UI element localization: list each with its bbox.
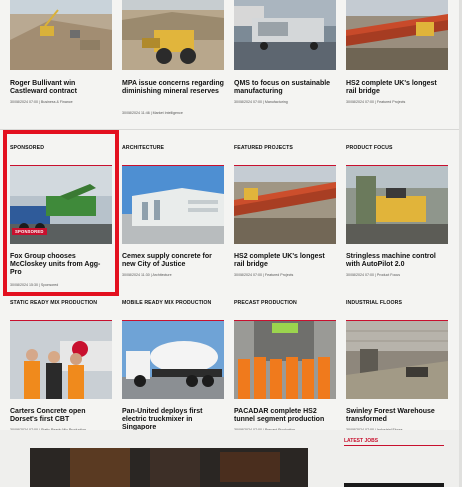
article-title[interactable]: Fox Group chooses McCloskey units from A… [10,253,112,278]
article-title[interactable]: Pan-United deploys first electric truckm… [122,408,224,433]
section-label: STATIC READY MIX PRODUCTION [10,300,98,306]
section-label: PRODUCT FOCUS [346,145,393,151]
article-meta: 30/08/2024 07:00 | Featured Projects [346,100,406,104]
article-image[interactable] [346,0,448,70]
page: Roger Bullivant win Castleward contract … [0,0,462,487]
workers-truck-image [10,321,112,399]
article-date: 30/08/2024 11:30 [122,273,150,277]
article-title[interactable]: MPA issue concerns regarding diminishing… [122,80,224,96]
article-category[interactable]: Manufacturing [265,100,288,104]
article-image[interactable] [10,321,112,399]
article-meta: 30/08/2024 07:00 | Manufacturing [234,100,288,104]
paver-machine-image [346,166,448,244]
article-date: 30/08/2024 07:00 [234,273,262,277]
article-image[interactable] [346,166,448,244]
article-meta: 30/08/2024 15:30 | Sponsored [10,283,59,287]
trailer-machine-image [234,0,336,70]
article-date: 30/08/2024 15:30 [10,283,38,287]
section-label: FEATURED PROJECTS [234,145,293,151]
latest-jobs-rule [344,445,444,446]
article-title[interactable]: Stringless machine control with AutoPilo… [346,253,448,269]
article-title[interactable]: HS2 complete UK's longest rail bridge [234,253,336,269]
article-category[interactable]: Product Focus [377,273,400,277]
section-label: PRECAST PRODUCTION [234,300,297,306]
article-image[interactable]: SPONSORED [10,166,112,244]
construction-site-image [10,0,112,70]
rail-bridge-image [234,166,336,244]
section-label: INDUSTRIAL FLOORS [346,300,403,306]
article-category[interactable]: Featured Projects [377,100,405,104]
white-building-image [122,166,224,244]
truck-mixer-image [122,321,224,399]
article-image[interactable] [122,321,224,399]
section-label: MOBILE READY MIX PRODUCTION [122,300,212,306]
article-date: 30/08/2024 07:00 [346,273,374,277]
article-image[interactable] [234,321,336,399]
sponsored-badge: SPONSORED [12,228,47,235]
article-meta: 30/08/2024 11:30 | Architecture [122,273,172,277]
article-category[interactable]: Architecture [152,273,171,277]
article-meta: 30/08/2024 07:00 | Product Focus [346,273,401,277]
article-image[interactable] [10,0,112,70]
article-meta: 30/08/2024 11:46 | Market Intelligence [122,111,183,115]
article-image[interactable] [234,166,336,244]
quarry-loader-image [122,0,224,70]
article-category[interactable]: Business & Finance [41,100,73,104]
article-image[interactable] [122,0,224,70]
latest-jobs-bar [344,483,444,487]
latest-jobs-heading: LATEST JOBS [344,438,379,444]
article-title[interactable]: QMS to focus on sustainable manufacturin… [234,80,336,96]
article-date: 30/08/2024 07:00 [346,100,374,104]
article-meta: 30/08/2024 07:00 | Business & Finance [10,100,73,104]
article-title[interactable]: Cemex supply concrete for new City of Ju… [122,253,224,269]
article-title[interactable]: PACADAR complete HS2 tunnel segment prod… [234,408,336,424]
article-date: 30/08/2024 07:00 [10,100,38,104]
workers-group-image [234,321,336,399]
article-meta: 30/08/2024 07:00 | Featured Projects [234,273,294,277]
article-title[interactable]: Swinley Forest Warehouse transformed [346,408,448,424]
banner-image [30,448,308,487]
article-category[interactable]: Sponsored [41,283,58,287]
article-date: 30/08/2024 07:00 [234,100,262,104]
featured-banner[interactable] [30,448,308,487]
article-category[interactable]: Market Intelligence [153,111,183,115]
article-image[interactable] [346,321,448,399]
article-category[interactable]: Featured Projects [265,273,293,277]
warehouse-floor-image [346,321,448,399]
article-title[interactable]: Roger Bullivant win Castleward contract [10,80,112,96]
article-image[interactable] [122,166,224,244]
article-title[interactable]: HS2 complete UK's longest rail bridge [346,80,448,96]
article-date: 30/08/2024 11:46 [122,111,150,115]
section-label: ARCHITECTURE [122,145,165,151]
article-title[interactable]: Carters Concrete open Dorset's first CBT [10,408,112,424]
article-image[interactable] [234,0,336,70]
section-label: SPONSORED [10,145,45,151]
rail-bridge-image [346,0,448,70]
